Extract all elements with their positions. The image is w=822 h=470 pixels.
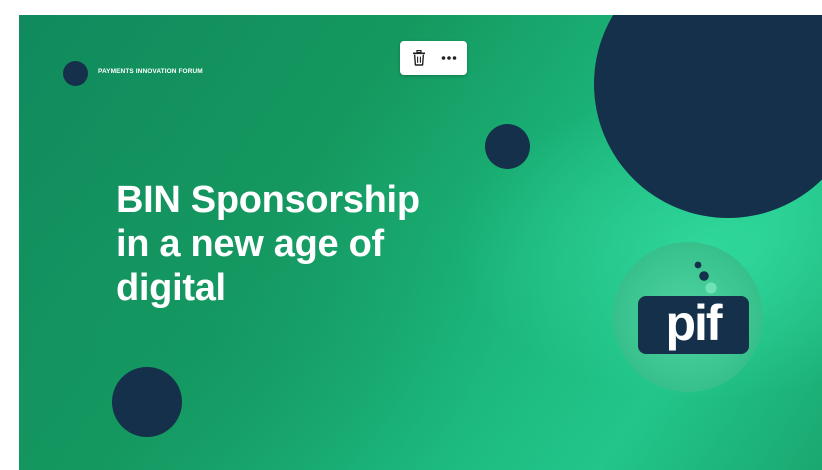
screen: PAYMENTS INNOVATION FORUM BIN Sponsorshi… (0, 0, 822, 470)
headline-line-2: in a new age of (116, 223, 384, 265)
decorative-small-circle (485, 124, 530, 169)
logo-text: pif (665, 295, 722, 351)
decorative-large-circle (594, 15, 822, 218)
decorative-bottom-circle (112, 367, 182, 437)
headline-line-1: BIN Sponsorship (116, 179, 420, 221)
trash-icon (412, 50, 425, 66)
brand-dot-icon (63, 61, 88, 86)
slide-toolbar (400, 41, 467, 75)
more-horizontal-icon (441, 56, 456, 60)
delete-button[interactable] (409, 47, 429, 69)
brand-name: PAYMENTS INNOVATION FORUM (98, 68, 203, 75)
presentation-slide[interactable]: PAYMENTS INNOVATION FORUM BIN Sponsorshi… (19, 15, 822, 470)
more-options-button[interactable] (439, 47, 459, 69)
headline-line-3: digital (116, 267, 226, 309)
pif-logo-icon: pif (638, 261, 749, 354)
slide-headline: BIN Sponsorship in a new age of digital (116, 178, 556, 310)
